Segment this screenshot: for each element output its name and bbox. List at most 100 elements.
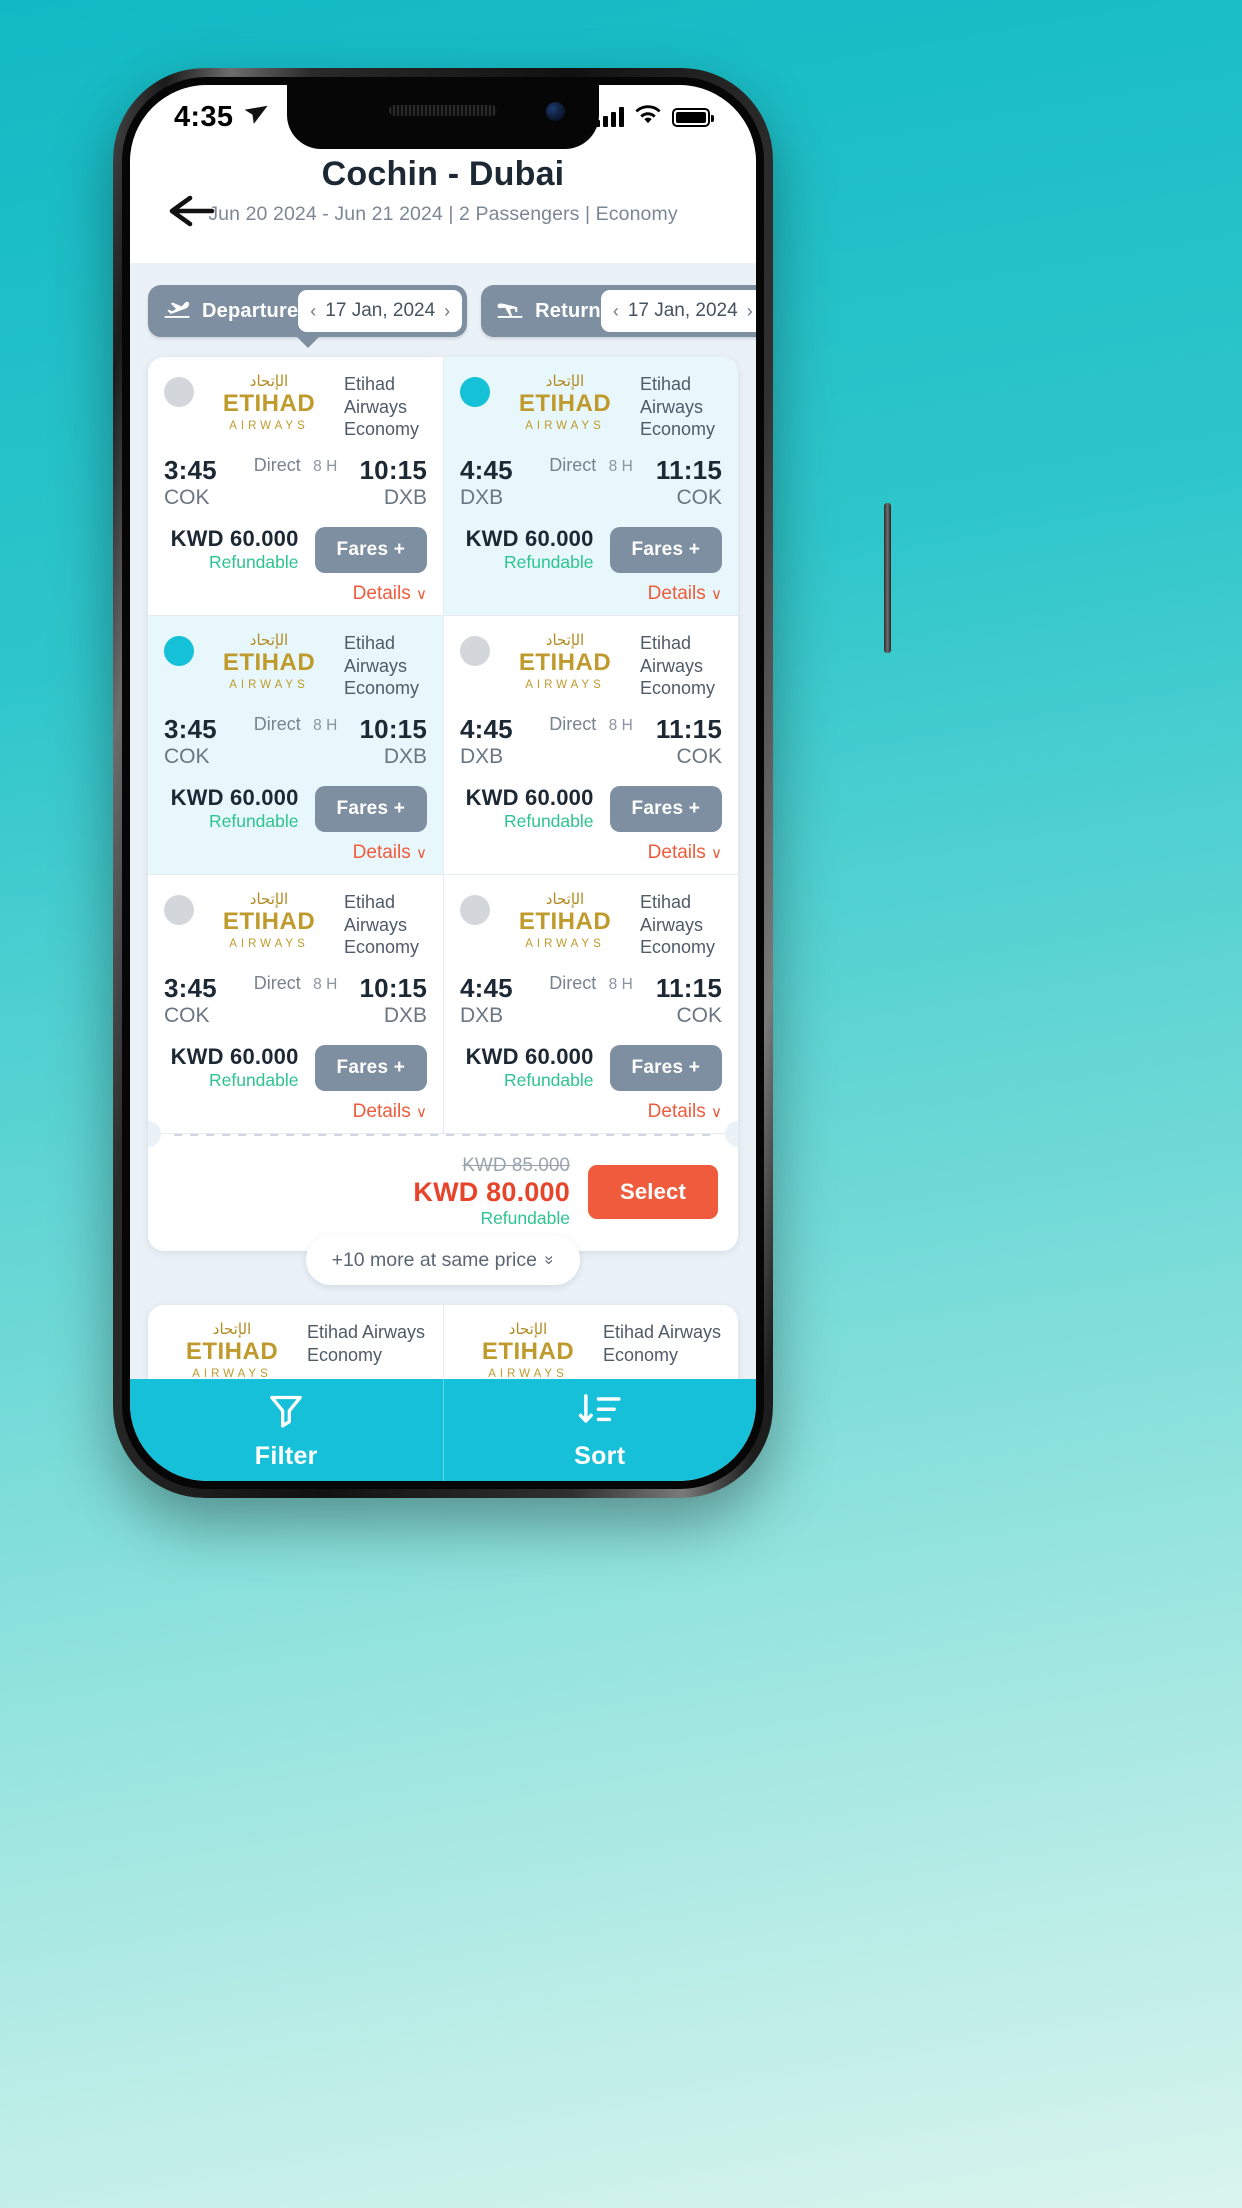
cabin-class: Economy [640,937,716,958]
airline-logo: الإتحاد ETIHAD AIRWAYS [464,1321,592,1379]
price-row: KWD 60.000 Refundable Fares + [164,1044,427,1091]
airline-name-cabin: Etihad Airways Economy [344,373,427,441]
fares-plus-button[interactable]: Fares + [609,785,722,832]
depart-airport-code: COK [164,486,210,510]
airline-name: Etihad Airways [603,1322,722,1343]
departure-date-pill[interactable]: ‹ 17 Jan, 2024 › [298,290,463,332]
bottom-action-bar: Filter Sort [130,1379,756,1481]
flight-option-outbound[interactable]: الإتحاد ETIHAD AIRWAYS Etihad Airways Ec… [148,357,443,615]
airline-logo-arabic: الإتحاد [249,372,289,390]
flight-times: 3:45 COK Direct 8 H 10:15 DXB [164,973,427,1028]
cabin-class: Economy [640,678,716,699]
fares-plus-button[interactable]: Fares + [609,1044,722,1091]
refundable-label: Refundable [480,1208,570,1229]
flight-option-inbound[interactable]: الإتحاد ETIHAD AIRWAYS Etihad Airways Ec… [443,616,738,875]
flight-option-outbound[interactable]: الإتحاد ETIHAD AIRWAYS Etihad Airways Ec… [148,616,443,875]
fares-plus-button[interactable]: Fares + [609,526,722,573]
airline-logo-name: ETIHAD [518,649,612,677]
details-toggle[interactable]: Details ∨ [164,842,427,864]
flight-times: 3:45 COK Direct 8 H 10:15 DXB [164,714,427,769]
return-date-tab[interactable]: Return ‹ 17 Jan, 2024 › [481,285,756,337]
airline-logo: الإتحاد ETIHAD AIRWAYS [205,373,333,434]
date-next-chevron-icon[interactable]: › [444,302,450,320]
departure-date-tab[interactable]: Departure ‹ 17 Jan, 2024 › [148,285,468,348]
price-row: KWD 60.000 Refundable Fares + [460,1044,722,1091]
chevron-down-icon: ∨ [416,845,427,863]
airline-logo-sub: AIRWAYS [525,679,605,692]
select-radio-icon[interactable] [164,895,194,926]
airline-logo-name: ETIHAD [518,390,612,417]
fares-plus-button[interactable]: Fares + [314,526,427,573]
arrive-airport-code: COK [676,486,722,510]
flight-option-inbound[interactable]: الإتحاد ETIHAD AIRWAYS Etihad Airways Ec… [443,875,738,1134]
airline-logo-sub: AIRWAYS [488,1368,568,1379]
airline-logo-name: ETIHAD [185,1338,279,1366]
arrive-time: 10:15 [359,973,427,1004]
filter-button[interactable]: Filter [130,1379,443,1481]
depart-airport-code: COK [164,1004,210,1028]
departure-date-value: 17 Jan, 2024 [325,300,436,321]
cabin-class: Economy [344,419,420,440]
depart-time: 4:45 [460,455,513,486]
details-toggle[interactable]: Details ∨ [164,583,427,605]
airline-logo-arabic: الإتحاد [545,631,585,650]
flight-option-outbound[interactable]: الإتحاد ETIHAD AIRWAYS Etihad Airways Ec… [148,875,443,1133]
flight-times: 4:45 DXB Direct 8 H 11:15 COK [460,455,722,510]
signal-bars-icon [595,107,624,127]
device-notch [287,85,599,149]
return-date-pill[interactable]: ‹ 17 Jan, 2024 › [600,290,756,332]
airline-name-cabin: Etihad Airways Economy [640,891,722,959]
more-at-same-price-chip[interactable]: +10 more at same price » [305,1235,581,1286]
details-toggle[interactable]: Details ∨ [460,583,722,605]
arrive-airport-code: COK [676,745,722,769]
airline-name-cabin: Etihad Airways Economy [344,632,427,700]
date-prev-chevron-icon[interactable]: ‹ [310,302,316,320]
arrive-airport-code: DXB [383,486,427,510]
date-next-chevron-icon[interactable]: › [747,302,753,320]
duration-label: 8 H [313,976,338,994]
flight-group: الإتحاد ETIHAD AIRWAYS Etihad Airways Ec… [148,357,738,1252]
flight-option-inbound[interactable]: الإتحاد ETIHAD AIRWAYS Etihad Airways Ec… [443,357,738,616]
chevron-down-icon: ∨ [416,1104,427,1122]
power-button[interactable] [884,503,891,653]
airline-logo-name: ETIHAD [222,390,316,417]
more-options-wrap: +10 more at same price » [148,1235,738,1286]
stops-label: Direct [253,455,301,476]
details-toggle[interactable]: Details ∨ [164,1101,427,1123]
app-header: Cochin - Dubai Jun 20 2024 - Jun 21 2024… [130,149,756,263]
page-title: Cochin - Dubai [321,155,565,193]
phone-screen: 4:35 Cochin - Dubai Jun 20 2024 - Jun 21… [130,85,756,1481]
details-label: Details [352,842,411,864]
select-radio-icon[interactable] [460,895,490,926]
return-tab-label: Return [535,299,601,322]
select-radio-icon[interactable] [164,636,194,667]
airline-name: Etihad Airways [344,374,408,417]
select-button[interactable]: Select [587,1165,718,1220]
fares-plus-button[interactable]: Fares + [314,785,427,832]
results-scroll-area[interactable]: Departure ‹ 17 Jan, 2024 › Return ‹ 17 J… [130,263,756,1379]
details-label: Details [352,1101,411,1123]
duration-label: 8 H [313,717,338,735]
fares-plus-button[interactable]: Fares + [314,1044,427,1091]
airline-logo-sub: AIRWAYS [525,938,605,951]
status-time-group: 4:35 [174,100,268,134]
price-row: KWD 60.000 Refundable Fares + [164,526,427,573]
select-radio-icon[interactable] [460,636,490,667]
select-radio-icon[interactable] [460,377,490,407]
fare-price: KWD 60.000 [170,785,299,811]
sort-button[interactable]: Sort [442,1379,757,1481]
sort-descending-icon [578,1390,622,1435]
location-arrow-icon [242,100,268,134]
filter-funnel-icon [266,1390,306,1435]
back-arrow-icon[interactable] [164,189,218,233]
details-toggle[interactable]: Details ∨ [460,1101,722,1123]
flight-option-inbound[interactable]: الإتحاد ETIHAD AIRWAYS Etihad Airways Ec… [443,1305,738,1379]
price-row: KWD 60.000 Refundable Fares + [460,785,722,832]
airline-name: Etihad Airways [307,1322,426,1343]
details-toggle[interactable]: Details ∨ [460,842,722,864]
select-radio-icon[interactable] [164,377,194,407]
depart-airport-code: DXB [460,745,504,769]
date-prev-chevron-icon[interactable]: ‹ [613,302,619,320]
chevron-down-icon: ∨ [711,845,722,863]
flight-option-outbound[interactable]: الإتحاد ETIHAD AIRWAYS Etihad Airways Ec… [148,1305,443,1379]
